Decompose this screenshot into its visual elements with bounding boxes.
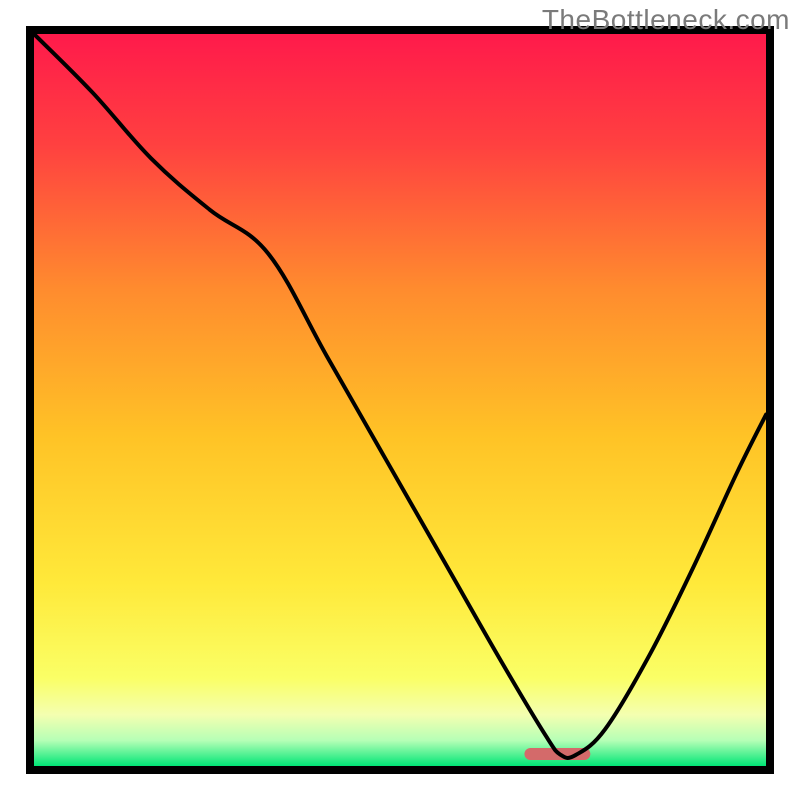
chart-container: TheBottleneck.com	[0, 0, 800, 800]
chart-background-gradient	[34, 34, 766, 766]
bottleneck-chart	[0, 0, 800, 800]
watermark-text: TheBottleneck.com	[542, 4, 790, 36]
